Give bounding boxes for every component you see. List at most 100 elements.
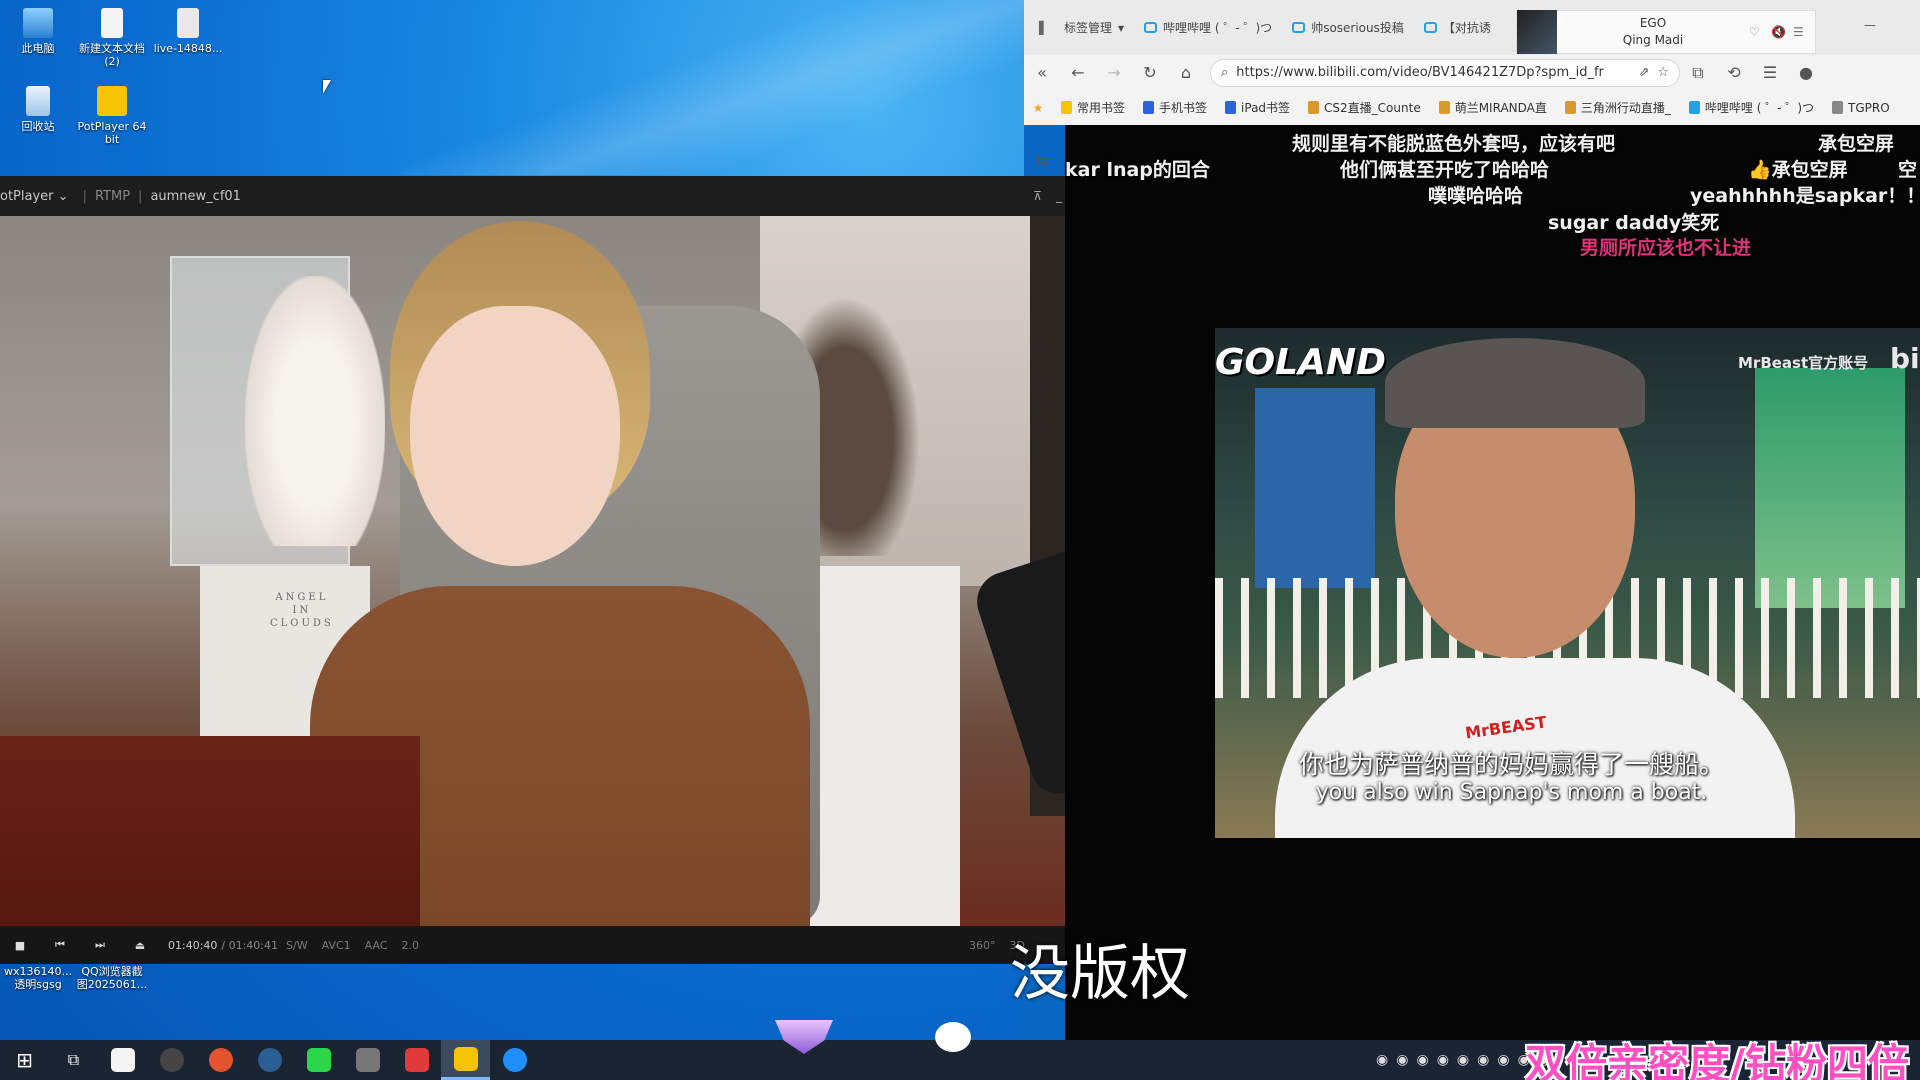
desktop-icon-wx-image[interactable]: wx136140... 透明sgsg (2, 965, 74, 991)
potplayer-titlebar[interactable]: otPlayer ⌄ | RTMP | aumnew_cf01 ⊼ _ ▭ ⤢ … (0, 176, 1215, 216)
previous-icon[interactable]: ⏮ (40, 938, 80, 952)
taskbar-app-clock[interactable] (147, 1040, 196, 1080)
forward-icon[interactable]: → (1096, 63, 1132, 82)
refresh-icon[interactable]: ↻ (1132, 63, 1168, 82)
stop-icon[interactable]: ■ (0, 939, 40, 952)
taskbar-app-qq-browser[interactable] (490, 1040, 539, 1080)
text-file-icon (101, 8, 123, 38)
stream-name: aumnew_cf01 (150, 188, 241, 204)
bookmark-tgpro[interactable]: TGPRO (1823, 101, 1899, 115)
avatar[interactable]: ● (1788, 63, 1824, 82)
bilibili-tv-icon (1292, 22, 1306, 33)
tray-icon[interactable]: ◉ (1497, 1052, 1509, 1068)
taskbar-app-browser[interactable] (196, 1040, 245, 1080)
taskbar-app-z[interactable] (98, 1040, 147, 1080)
potplayer-icon (453, 1046, 478, 1071)
pin-icon[interactable]: ⊼ (1033, 189, 1042, 204)
collapse-icon[interactable]: « (1024, 63, 1060, 82)
extensions-icon[interactable]: ⧉ (1680, 63, 1716, 83)
promo-banner: 双倍亲密度/钻粉四倍 (1525, 1040, 1909, 1080)
taskbar-app-gray[interactable] (343, 1040, 392, 1080)
play-area-buildings (1255, 388, 1375, 588)
floor (0, 736, 420, 926)
taskbar-app-steam[interactable] (245, 1040, 294, 1080)
danmaku-comment: kar lnap的回合 (1065, 159, 1210, 181)
green-app-icon (306, 1048, 331, 1072)
music-artist: Qing Madi (1622, 33, 1684, 47)
folder-icon (1143, 101, 1155, 114)
potplayer-menu-button[interactable]: otPlayer ⌄ (0, 189, 75, 204)
recycle-bin-icon (26, 86, 50, 116)
bookmark-mobile[interactable]: 手机书签 (1134, 99, 1216, 116)
bookmark-delta-force[interactable]: 三角洲行动直播_ (1556, 99, 1680, 116)
bookmark-common[interactable]: 常用书签 (1052, 99, 1134, 116)
next-icon[interactable]: ⏭ (80, 938, 120, 952)
search-icon: ⌕ (1221, 65, 1229, 80)
red-app-icon (404, 1048, 429, 1072)
star-icon[interactable]: ☆ (1657, 65, 1669, 80)
bookmark-bilibili[interactable]: 哔哩哔哩 ( ゜- ゜)つ (1680, 99, 1823, 116)
mouse-cursor-icon (323, 80, 331, 94)
channels-tag[interactable]: 2.0 (401, 939, 419, 952)
desktop-icon-potplayer[interactable]: PotPlayer 64 bit (76, 86, 148, 146)
folder-icon (1225, 101, 1237, 114)
subtitle-en: you also win Sapnap's mom a boat. (1315, 780, 1708, 805)
desktop-icon-this-pc[interactable]: 此电脑 (2, 8, 74, 55)
bookmark-ipad[interactable]: iPad书签 (1216, 99, 1299, 116)
danmaku-comment: 空 (1898, 159, 1918, 181)
stream-video[interactable]: ANGEL IN CLOUDS (0, 216, 1215, 926)
system-tray[interactable]: ◉ ◉ ◉ ◉ ◉ ◉ ◉ ◉ ◉ (1376, 1052, 1550, 1068)
tab-soserious[interactable]: 帅soserious投稿 (1282, 19, 1414, 36)
danmaku-comment: 规则里有不能脱蓝色外套吗，应该有吧 (1292, 133, 1616, 155)
eject-icon[interactable]: ⏏ (120, 939, 160, 952)
tray-icon[interactable]: ◉ (1437, 1052, 1449, 1068)
heart-icon[interactable]: ♡ (1749, 25, 1771, 39)
mute-icon[interactable]: 🔇 (1771, 25, 1793, 39)
window-minimize-icon[interactable]: — (1864, 18, 1876, 32)
home-icon[interactable]: ⌂ (1168, 63, 1204, 82)
decoder-tag[interactable]: S/W (286, 939, 308, 952)
vr-360-button[interactable]: 360° (969, 939, 996, 952)
music-widget[interactable]: EGO Qing Madi ♡ 🔇 ☰ (1516, 10, 1816, 54)
bookmark-miranda[interactable]: 萌兰MIRANDA直 (1430, 99, 1556, 116)
pedestal-text: ANGEL IN CLOUDS (270, 592, 334, 629)
desktop-icon-recycle-bin[interactable]: 回收站 (2, 86, 74, 133)
task-view-button[interactable]: ⧉ (49, 1040, 98, 1080)
url-bar[interactable]: ⌕ https://www.bilibili.com/video/BV14642… (1210, 58, 1680, 87)
menu-icon[interactable]: ☰ (1752, 63, 1788, 82)
playlist-icon[interactable]: ☰ (1793, 25, 1815, 39)
play-area-house (1755, 368, 1905, 608)
video-codec-tag[interactable]: AVC1 (322, 939, 351, 952)
channel-label: MrBeast官方账号 (1738, 354, 1869, 372)
taskbar-app-green[interactable] (294, 1040, 343, 1080)
swap-icon[interactable]: ⇆ (1035, 151, 1048, 170)
desktop-icon-qq-screenshot[interactable]: QQ浏览器截 图2025061... (76, 965, 148, 991)
tab-bilibili[interactable]: 哔哩哔哩 ( ゜- ゜)つ (1134, 19, 1282, 36)
bilibili-video[interactable]: MrBEAST GOLAND MrBeast官方账号 bili 你也为萨普纳普的… (1215, 328, 1920, 838)
minimize-icon[interactable]: _ (1056, 189, 1062, 204)
chevron-down-icon: ▾ (1118, 20, 1125, 35)
tray-icon[interactable]: ◉ (1457, 1052, 1469, 1068)
time-current: 01:40:40 (168, 938, 218, 952)
tab-versus[interactable]: 【对抗诱 (1414, 19, 1501, 36)
history-icon[interactable]: ⟲ (1716, 63, 1752, 82)
start-button[interactable]: ⊞ (0, 1040, 49, 1080)
sidebar-toggle-icon[interactable]: ▐ (1024, 21, 1054, 35)
tray-icon[interactable]: ◉ (1396, 1052, 1408, 1068)
tray-icon[interactable]: ◉ (1477, 1052, 1489, 1068)
desktop-icon-text-file[interactable]: 新建文本文档 (2) (76, 8, 148, 68)
bookmark-star-icon[interactable]: ★ (1024, 101, 1052, 115)
desktop-icon-live-file[interactable]: live-14848... (152, 8, 224, 55)
browser-window: ▐ 标签管理 ▾ 哔哩哔哩 ( ゜- ゜)つ 帅soserious投稿 【对抗诱 … (1024, 0, 1920, 125)
taskbar-app-red[interactable] (392, 1040, 441, 1080)
bookmark-cs2[interactable]: CS2直播_Counte (1299, 99, 1430, 116)
danmaku-comment: 噗噗哈哈哈 (1428, 185, 1524, 207)
clock-app-icon (159, 1048, 184, 1072)
audio-codec-tag[interactable]: AAC (365, 939, 388, 952)
tab-manager[interactable]: 标签管理 ▾ (1054, 19, 1134, 36)
tray-icon[interactable]: ◉ (1376, 1052, 1388, 1068)
share-icon[interactable]: ⇗ (1638, 65, 1649, 80)
back-icon[interactable]: ← (1060, 63, 1096, 82)
tray-icon[interactable]: ◉ (1416, 1052, 1428, 1068)
taskbar-app-potplayer[interactable] (441, 1040, 490, 1080)
